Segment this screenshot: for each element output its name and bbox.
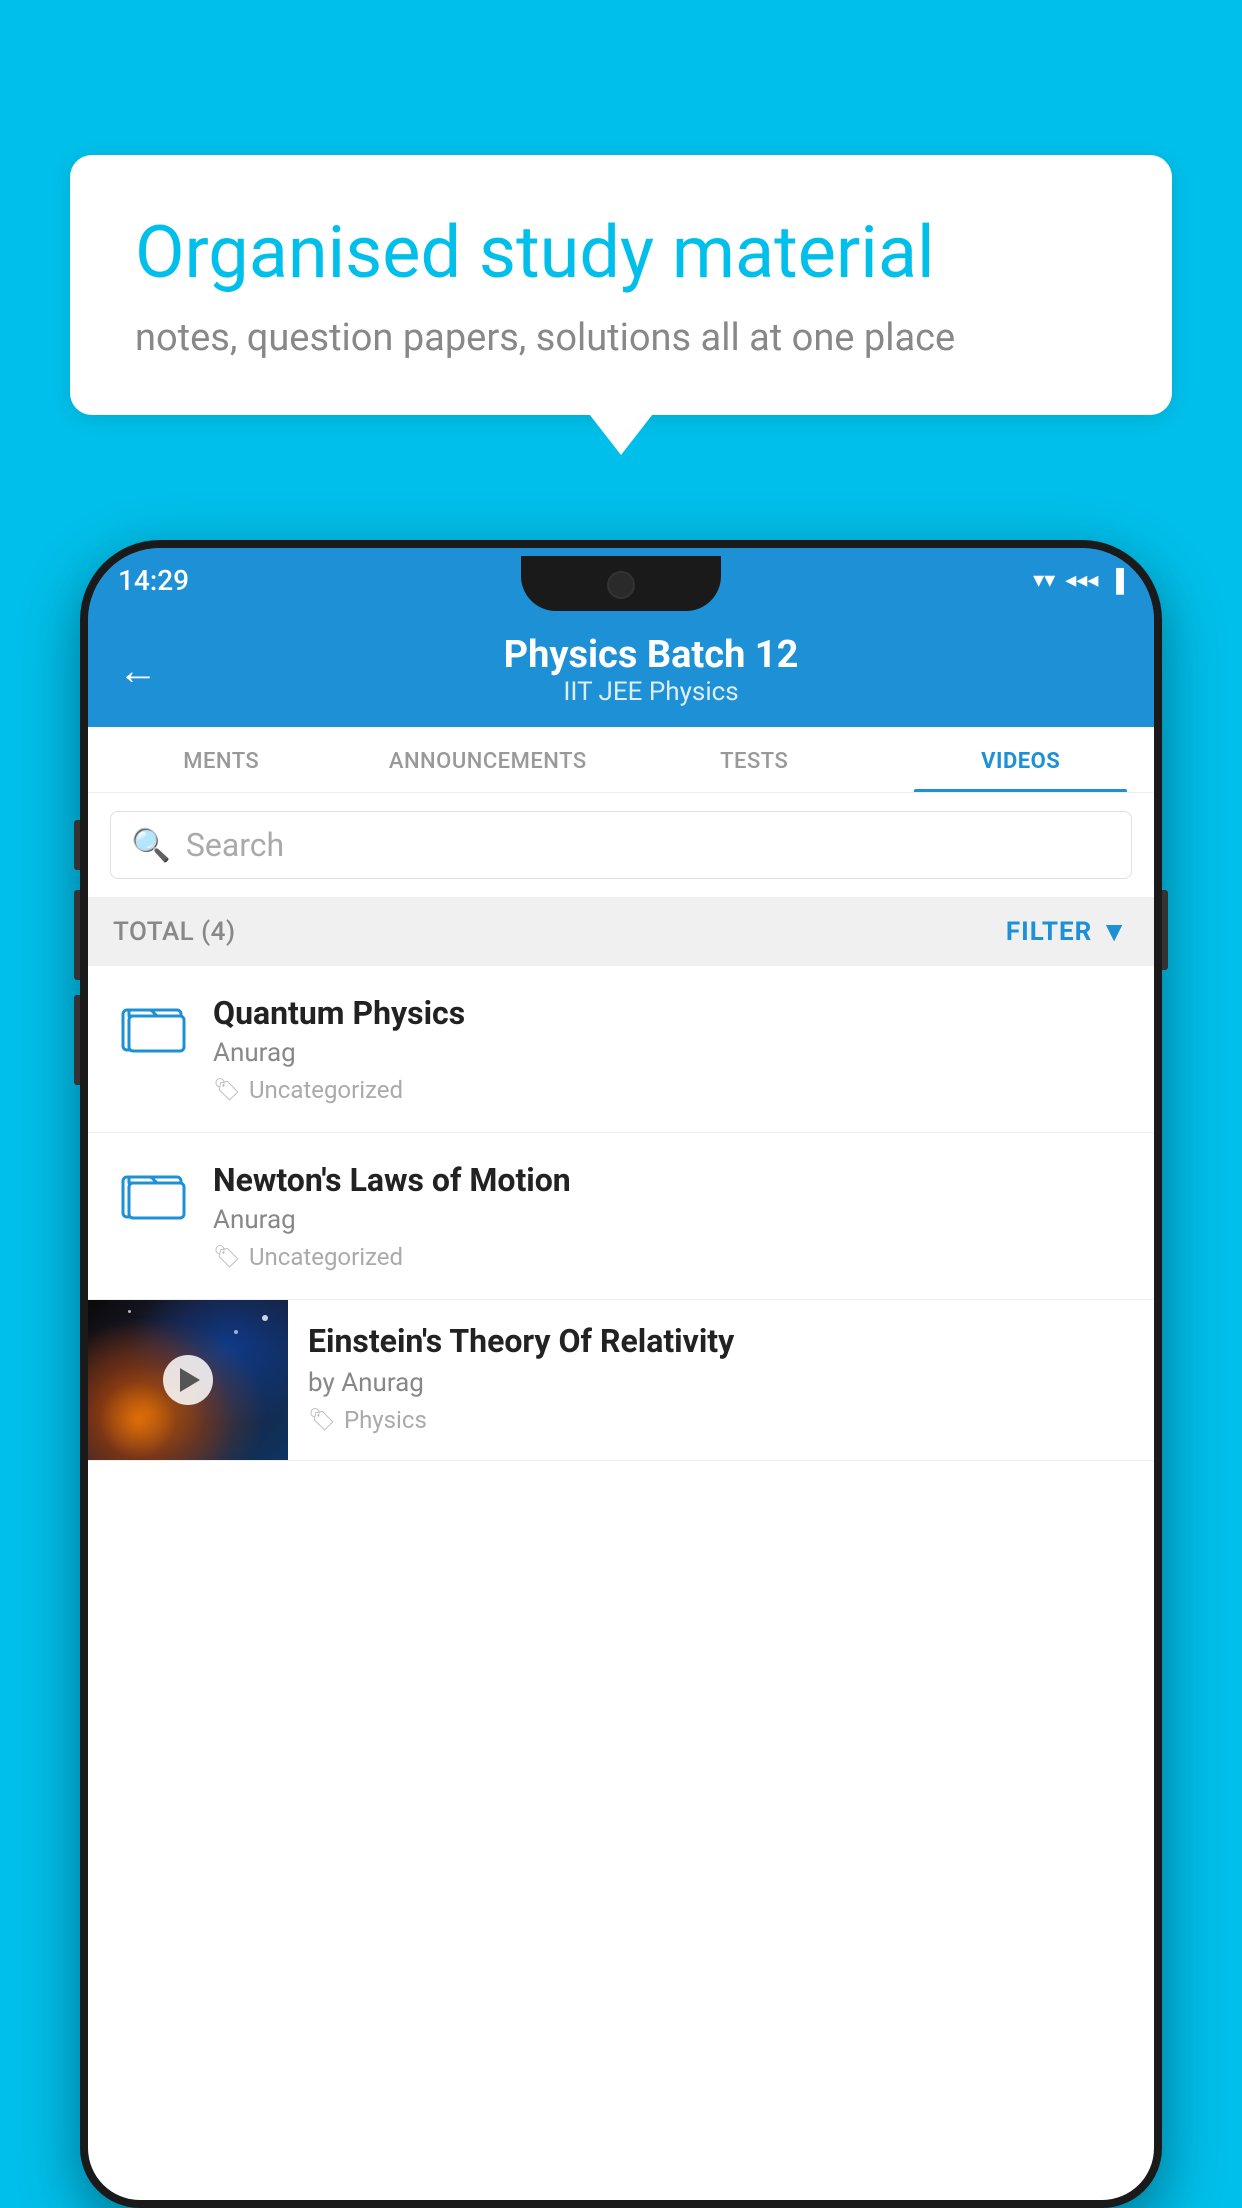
- list-item-video[interactable]: Einstein's Theory Of Relativity by Anura…: [88, 1300, 1154, 1461]
- tag-label: Physics: [344, 1406, 427, 1434]
- volume-down-button: [74, 995, 80, 1085]
- phone-frame: 14:29 ▾▾ ◂◂◂ ▐ ← Physics Batch 12 IIT JE…: [80, 540, 1162, 2208]
- folder-icon: [121, 998, 186, 1053]
- item-icon-area: [113, 994, 193, 1053]
- wifi-icon: ▾▾: [1033, 568, 1055, 593]
- speech-bubble: Organised study material notes, question…: [70, 155, 1172, 415]
- tag-label: Uncategorized: [249, 1243, 403, 1271]
- header-main-title: Physics Batch 12: [178, 633, 1124, 677]
- filter-label: FILTER: [1006, 917, 1092, 947]
- video-item-tag: 🏷 Physics: [308, 1406, 1134, 1434]
- header-subtitle: IIT JEE Physics: [178, 677, 1124, 707]
- item-title: Newton's Laws of Motion: [213, 1161, 1129, 1199]
- speech-bubble-container: Organised study material notes, question…: [70, 155, 1172, 415]
- signal-icon: ◂◂◂: [1065, 568, 1098, 593]
- play-button[interactable]: [163, 1355, 213, 1405]
- video-item-text: Einstein's Theory Of Relativity by Anura…: [288, 1300, 1154, 1456]
- tab-announcements[interactable]: ANNOUNCEMENTS: [355, 727, 622, 792]
- item-author: Anurag: [213, 1038, 1129, 1068]
- item-text: Newton's Laws of Motion Anurag 🏷 Uncateg…: [213, 1161, 1129, 1271]
- filter-button[interactable]: FILTER ▼: [1006, 915, 1129, 948]
- search-input[interactable]: Search: [186, 826, 284, 864]
- item-text: Quantum Physics Anurag 🏷 Uncategorized: [213, 994, 1129, 1104]
- video-item-author: by Anurag: [308, 1368, 1134, 1398]
- status-icons: ▾▾ ◂◂◂ ▐: [1033, 568, 1124, 594]
- tag-icon: 🏷: [213, 1245, 241, 1270]
- search-icon: 🔍: [131, 826, 171, 864]
- mute-button: [74, 820, 80, 870]
- bubble-subtitle: notes, question papers, solutions all at…: [135, 316, 1107, 360]
- search-container: 🔍 Search: [88, 793, 1154, 897]
- tag-label: Uncategorized: [249, 1076, 403, 1104]
- search-bar[interactable]: 🔍 Search: [110, 811, 1132, 879]
- play-triangle-icon: [180, 1368, 200, 1392]
- video-thumbnail: [88, 1300, 288, 1460]
- item-icon-area: [113, 1161, 193, 1220]
- total-count: TOTAL (4): [113, 917, 236, 947]
- tab-ments[interactable]: MENTS: [88, 727, 355, 792]
- tag-icon: 🏷: [213, 1078, 241, 1103]
- content-list: Quantum Physics Anurag 🏷 Uncategorized: [88, 966, 1154, 2200]
- phone-notch: [521, 556, 721, 611]
- filter-bar: TOTAL (4) FILTER ▼: [88, 897, 1154, 966]
- list-item[interactable]: Quantum Physics Anurag 🏷 Uncategorized: [88, 966, 1154, 1133]
- front-camera: [607, 571, 635, 599]
- phone-inner: 14:29 ▾▾ ◂◂◂ ▐ ← Physics Batch 12 IIT JE…: [88, 548, 1154, 2200]
- header-title-block: Physics Batch 12 IIT JEE Physics: [178, 633, 1124, 707]
- item-tag: 🏷 Uncategorized: [213, 1243, 1129, 1271]
- item-tag: 🏷 Uncategorized: [213, 1076, 1129, 1104]
- volume-up-button: [74, 890, 80, 980]
- phone-container: 14:29 ▾▾ ◂◂◂ ▐ ← Physics Batch 12 IIT JE…: [80, 540, 1162, 2208]
- power-button: [1162, 890, 1168, 970]
- back-button[interactable]: ←: [118, 647, 158, 694]
- video-item-title: Einstein's Theory Of Relativity: [308, 1322, 1134, 1360]
- tag-icon: 🏷: [308, 1408, 336, 1433]
- tab-bar: MENTS ANNOUNCEMENTS TESTS VIDEOS: [88, 727, 1154, 793]
- tab-tests[interactable]: TESTS: [621, 727, 888, 792]
- app-header: ← Physics Batch 12 IIT JEE Physics: [88, 613, 1154, 727]
- item-author: Anurag: [213, 1205, 1129, 1235]
- filter-funnel-icon: ▼: [1100, 915, 1129, 948]
- battery-icon: ▐: [1108, 568, 1124, 594]
- item-title: Quantum Physics: [213, 994, 1129, 1032]
- bubble-title: Organised study material: [135, 210, 1107, 296]
- folder-icon: [121, 1165, 186, 1220]
- tab-videos[interactable]: VIDEOS: [888, 727, 1155, 792]
- list-item[interactable]: Newton's Laws of Motion Anurag 🏷 Uncateg…: [88, 1133, 1154, 1300]
- status-time: 14:29: [118, 564, 189, 597]
